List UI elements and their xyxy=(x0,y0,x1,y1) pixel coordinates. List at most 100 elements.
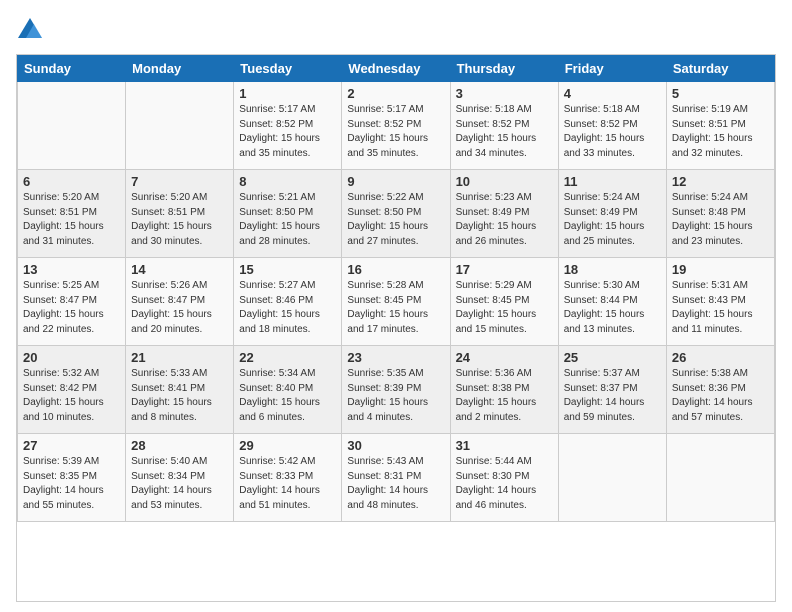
calendar-cell: 13Sunrise: 5:25 AM Sunset: 8:47 PM Dayli… xyxy=(18,258,126,346)
weekday-tuesday: Tuesday xyxy=(234,56,342,82)
day-detail: Sunrise: 5:26 AM Sunset: 8:47 PM Dayligh… xyxy=(131,279,228,337)
day-number: 25 xyxy=(564,350,661,365)
day-detail: Sunrise: 5:37 AM Sunset: 8:37 PM Dayligh… xyxy=(564,367,661,425)
day-detail: Sunrise: 5:23 AM Sunset: 8:49 PM Dayligh… xyxy=(456,191,553,249)
day-detail: Sunrise: 5:17 AM Sunset: 8:52 PM Dayligh… xyxy=(347,103,444,161)
day-detail: Sunrise: 5:44 AM Sunset: 8:30 PM Dayligh… xyxy=(456,455,553,513)
day-number: 30 xyxy=(347,438,444,453)
calendar-cell xyxy=(558,434,666,522)
day-number: 28 xyxy=(131,438,228,453)
day-detail: Sunrise: 5:40 AM Sunset: 8:34 PM Dayligh… xyxy=(131,455,228,513)
day-number: 12 xyxy=(672,174,769,189)
day-number: 23 xyxy=(347,350,444,365)
calendar-cell: 24Sunrise: 5:36 AM Sunset: 8:38 PM Dayli… xyxy=(450,346,558,434)
calendar-cell: 23 Sunrise: 5:35 AM Sunset: 8:39 PM Dayli… xyxy=(342,346,450,434)
day-number: 8 xyxy=(239,174,336,189)
day-detail: Sunrise: 5:20 AM Sunset: 8:51 PM Dayligh… xyxy=(23,191,120,249)
calendar-cell: 18 Sunrise: 5:30 AM Sunset: 8:44 PM Dayli… xyxy=(558,258,666,346)
calendar-cell: 8 Sunrise: 5:21 AM Sunset: 8:50 PM Daylig… xyxy=(234,170,342,258)
day-detail: Sunrise: 5:30 AM Sunset: 8:44 PM Dayligh… xyxy=(564,279,661,337)
calendar-week-4: 20 Sunrise: 5:32 AM Sunset: 8:42 PM Dayli… xyxy=(18,346,775,434)
weekday-saturday: Saturday xyxy=(666,56,774,82)
day-number: 5 xyxy=(672,86,769,101)
day-detail: Sunrise: 5:32 AM Sunset: 8:42 PM Dayligh… xyxy=(23,367,120,425)
day-number: 16 xyxy=(347,262,444,277)
day-number: 10 xyxy=(456,174,553,189)
calendar-cell: 21 Sunrise: 5:33 AM Sunset: 8:41 PM Dayli… xyxy=(126,346,234,434)
day-detail: Sunrise: 5:24 AM Sunset: 8:48 PM Dayligh… xyxy=(672,191,769,249)
day-number: 22 xyxy=(239,350,336,365)
calendar-week-5: 27 Sunrise: 5:39 AM Sunset: 8:35 PM Dayli… xyxy=(18,434,775,522)
weekday-thursday: Thursday xyxy=(450,56,558,82)
calendar-cell: 19Sunrise: 5:31 AM Sunset: 8:43 PM Dayli… xyxy=(666,258,774,346)
day-number: 4 xyxy=(564,86,661,101)
day-detail: Sunrise: 5:29 AM Sunset: 8:45 PM Dayligh… xyxy=(456,279,553,337)
day-detail: Sunrise: 5:35 AM Sunset: 8:39 PM Dayligh… xyxy=(347,367,444,425)
calendar-cell: 20 Sunrise: 5:32 AM Sunset: 8:42 PM Dayli… xyxy=(18,346,126,434)
calendar-cell: 26 Sunrise: 5:38 AM Sunset: 8:36 PM Dayli… xyxy=(666,346,774,434)
day-detail: Sunrise: 5:28 AM Sunset: 8:45 PM Dayligh… xyxy=(347,279,444,337)
day-detail: Sunrise: 5:33 AM Sunset: 8:41 PM Dayligh… xyxy=(131,367,228,425)
calendar-cell: 7 Sunrise: 5:20 AM Sunset: 8:51 PM Daylig… xyxy=(126,170,234,258)
calendar-cell: 29 Sunrise: 5:42 AM Sunset: 8:33 PM Dayli… xyxy=(234,434,342,522)
day-detail: Sunrise: 5:18 AM Sunset: 8:52 PM Dayligh… xyxy=(564,103,661,161)
day-number: 21 xyxy=(131,350,228,365)
day-detail: Sunrise: 5:43 AM Sunset: 8:31 PM Dayligh… xyxy=(347,455,444,513)
weekday-friday: Friday xyxy=(558,56,666,82)
weekday-header-row: SundayMondayTuesdayWednesdayThursdayFrid… xyxy=(18,56,775,82)
day-detail: Sunrise: 5:24 AM Sunset: 8:49 PM Dayligh… xyxy=(564,191,661,249)
calendar-week-1: 1 Sunrise: 5:17 AM Sunset: 8:52 PM Daylig… xyxy=(18,82,775,170)
calendar-cell: 11 Sunrise: 5:24 AM Sunset: 8:49 PM Dayli… xyxy=(558,170,666,258)
day-number: 26 xyxy=(672,350,769,365)
day-detail: Sunrise: 5:22 AM Sunset: 8:50 PM Dayligh… xyxy=(347,191,444,249)
day-number: 11 xyxy=(564,174,661,189)
day-number: 6 xyxy=(23,174,120,189)
calendar-cell: 10 Sunrise: 5:23 AM Sunset: 8:49 PM Dayli… xyxy=(450,170,558,258)
calendar-cell: 6 Sunrise: 5:20 AM Sunset: 8:51 PM Daylig… xyxy=(18,170,126,258)
calendar-cell: 30 Sunrise: 5:43 AM Sunset: 8:31 PM Dayli… xyxy=(342,434,450,522)
day-detail: Sunrise: 5:17 AM Sunset: 8:52 PM Dayligh… xyxy=(239,103,336,161)
logo-icon xyxy=(16,16,44,44)
day-detail: Sunrise: 5:36 AM Sunset: 8:38 PM Dayligh… xyxy=(456,367,553,425)
calendar-week-3: 13Sunrise: 5:25 AM Sunset: 8:47 PM Dayli… xyxy=(18,258,775,346)
calendar-cell: 12 Sunrise: 5:24 AM Sunset: 8:48 PM Dayli… xyxy=(666,170,774,258)
day-number: 29 xyxy=(239,438,336,453)
day-detail: Sunrise: 5:42 AM Sunset: 8:33 PM Dayligh… xyxy=(239,455,336,513)
day-number: 15 xyxy=(239,262,336,277)
day-number: 17 xyxy=(456,262,553,277)
day-number: 9 xyxy=(347,174,444,189)
day-number: 1 xyxy=(239,86,336,101)
day-detail: Sunrise: 5:39 AM Sunset: 8:35 PM Dayligh… xyxy=(23,455,120,513)
day-detail: Sunrise: 5:21 AM Sunset: 8:50 PM Dayligh… xyxy=(239,191,336,249)
calendar-cell xyxy=(666,434,774,522)
calendar-cell xyxy=(18,82,126,170)
day-number: 20 xyxy=(23,350,120,365)
logo xyxy=(16,16,48,44)
calendar-cell: 25 Sunrise: 5:37 AM Sunset: 8:37 PM Dayli… xyxy=(558,346,666,434)
day-detail: Sunrise: 5:20 AM Sunset: 8:51 PM Dayligh… xyxy=(131,191,228,249)
calendar: SundayMondayTuesdayWednesdayThursdayFrid… xyxy=(16,54,776,602)
day-number: 7 xyxy=(131,174,228,189)
day-number: 31 xyxy=(456,438,553,453)
header xyxy=(16,16,776,44)
calendar-cell: 2 Sunrise: 5:17 AM Sunset: 8:52 PM Daylig… xyxy=(342,82,450,170)
day-detail: Sunrise: 5:27 AM Sunset: 8:46 PM Dayligh… xyxy=(239,279,336,337)
day-number: 2 xyxy=(347,86,444,101)
day-number: 18 xyxy=(564,262,661,277)
calendar-cell: 22Sunrise: 5:34 AM Sunset: 8:40 PM Dayli… xyxy=(234,346,342,434)
calendar-cell: 1 Sunrise: 5:17 AM Sunset: 8:52 PM Daylig… xyxy=(234,82,342,170)
calendar-cell: 14Sunrise: 5:26 AM Sunset: 8:47 PM Dayli… xyxy=(126,258,234,346)
calendar-cell xyxy=(126,82,234,170)
calendar-cell: 27 Sunrise: 5:39 AM Sunset: 8:35 PM Dayli… xyxy=(18,434,126,522)
weekday-sunday: Sunday xyxy=(18,56,126,82)
weekday-monday: Monday xyxy=(126,56,234,82)
page: SundayMondayTuesdayWednesdayThursdayFrid… xyxy=(0,0,792,612)
calendar-cell: 15 Sunrise: 5:27 AM Sunset: 8:46 PM Dayli… xyxy=(234,258,342,346)
day-detail: Sunrise: 5:19 AM Sunset: 8:51 PM Dayligh… xyxy=(672,103,769,161)
day-number: 27 xyxy=(23,438,120,453)
calendar-cell: 28 Sunrise: 5:40 AM Sunset: 8:34 PM Dayli… xyxy=(126,434,234,522)
day-detail: Sunrise: 5:25 AM Sunset: 8:47 PM Dayligh… xyxy=(23,279,120,337)
day-detail: Sunrise: 5:31 AM Sunset: 8:43 PM Dayligh… xyxy=(672,279,769,337)
day-detail: Sunrise: 5:38 AM Sunset: 8:36 PM Dayligh… xyxy=(672,367,769,425)
calendar-cell: 5 Sunrise: 5:19 AM Sunset: 8:51 PM Daylig… xyxy=(666,82,774,170)
